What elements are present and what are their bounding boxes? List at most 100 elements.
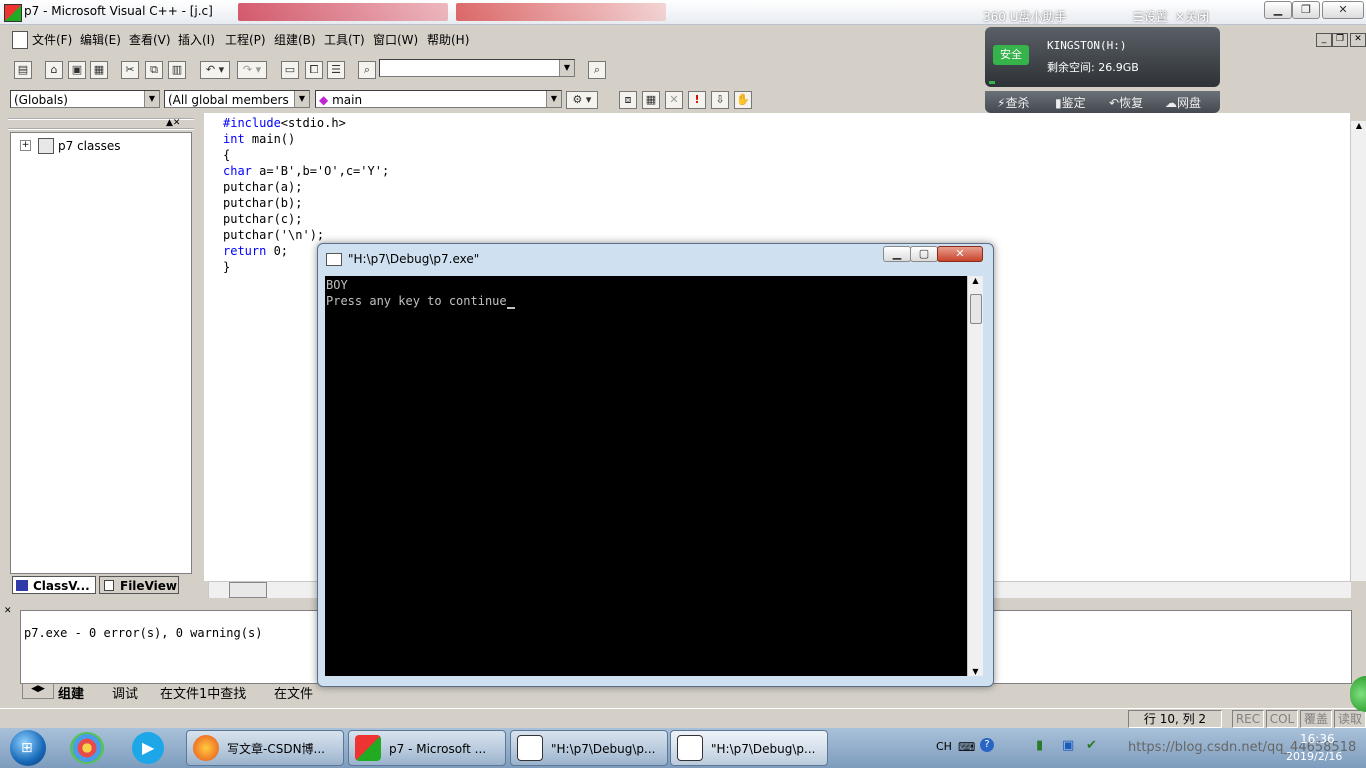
usb-action-restore[interactable]: ↶恢复 bbox=[1109, 94, 1143, 111]
workspace-dock-buttons[interactable]: ▲✕ bbox=[166, 118, 180, 128]
find-icon[interactable]: ⌕ bbox=[588, 61, 606, 79]
menu-insert[interactable]: 插入(I) bbox=[178, 31, 215, 48]
mdi-close-button[interactable]: ✕ bbox=[1350, 33, 1366, 47]
close-button[interactable]: ✕ bbox=[1322, 1, 1364, 19]
output-window-icon[interactable]: ⧠ bbox=[305, 61, 323, 79]
taskbar-button-vc[interactable]: p7 - Microsoft ... bbox=[348, 730, 506, 766]
console-minimize-button[interactable]: ▁ bbox=[883, 246, 911, 262]
restore-button[interactable]: ❐ bbox=[1292, 1, 1320, 19]
console-vertical-scrollbar[interactable]: ▲ ▼ bbox=[967, 276, 983, 676]
editor-vertical-scrollbar[interactable]: ▲ bbox=[1350, 121, 1366, 581]
output-tab-build[interactable]: 组建 bbox=[58, 683, 84, 702]
execute-icon[interactable]: ! bbox=[688, 91, 706, 109]
status-read: 读取 bbox=[1334, 710, 1366, 728]
usb-helper-close[interactable]: ✕关闭 bbox=[1175, 8, 1209, 25]
scroll-thumb[interactable] bbox=[229, 582, 267, 598]
redo-icon[interactable]: ↷ ▾ bbox=[237, 61, 267, 79]
cut-icon[interactable]: ✂ bbox=[121, 61, 139, 79]
start-button[interactable]: ⊞ bbox=[10, 730, 46, 766]
scroll-thumb[interactable] bbox=[970, 294, 982, 324]
taskbar-button-console2[interactable]: "H:\p7\Debug\p... bbox=[670, 730, 828, 766]
breakpoint-hand-icon[interactable]: ✋ bbox=[734, 91, 752, 109]
close-icon[interactable]: ✕ bbox=[4, 606, 16, 616]
save-icon[interactable]: ▣ bbox=[68, 61, 86, 79]
status-col: COL bbox=[1266, 710, 1298, 728]
function-combo[interactable]: ◆ main ▼ bbox=[315, 90, 562, 108]
menu-view[interactable]: 查看(V) bbox=[129, 31, 171, 48]
taskbar-button-console1[interactable]: "H:\p7\Debug\p... bbox=[510, 730, 668, 766]
go-icon[interactable]: ⇩ bbox=[711, 91, 729, 109]
clock-date[interactable]: 2019/2/16 bbox=[1286, 750, 1342, 763]
function-diamond-icon: ◆ bbox=[319, 93, 329, 107]
battery-icon[interactable]: ▮ bbox=[1036, 738, 1043, 753]
class-combo[interactable]: (Globals) ▼ bbox=[10, 90, 160, 108]
usb-drive-name: KINGSTON(H:) bbox=[1047, 39, 1127, 52]
minimize-button[interactable]: ▁ bbox=[1264, 1, 1292, 19]
windows-logo-icon: ⊞ bbox=[21, 740, 33, 756]
find-in-files-icon[interactable]: ⌕ bbox=[358, 61, 376, 79]
taskbar-button-browser[interactable]: 写文章-CSDN博... bbox=[186, 730, 344, 766]
tray-app-icon[interactable]: ▣ bbox=[1062, 738, 1074, 753]
help-icon[interactable]: ? bbox=[980, 738, 994, 752]
save-all-icon[interactable]: ▦ bbox=[90, 61, 108, 79]
open-folder-icon[interactable]: ⌂ bbox=[45, 61, 63, 79]
console-output-area[interactable] bbox=[325, 276, 967, 676]
menu-build[interactable]: 组建(B) bbox=[274, 31, 316, 48]
output-tab-find2[interactable]: 在文件 bbox=[274, 683, 313, 702]
background-window-tab[interactable] bbox=[238, 3, 448, 21]
menu-edit[interactable]: 编辑(E) bbox=[80, 31, 121, 48]
compile-icon[interactable]: ⧈ bbox=[619, 91, 637, 109]
copy-icon[interactable]: ⧉ bbox=[145, 61, 163, 79]
code-text: putchar(b); bbox=[223, 196, 303, 210]
usb-action-verify[interactable]: ▮鉴定 bbox=[1055, 94, 1086, 111]
build-icon[interactable]: ▦ bbox=[642, 91, 660, 109]
floating-assistant-icon[interactable] bbox=[1350, 676, 1366, 712]
menu-tools[interactable]: 工具(T) bbox=[324, 31, 365, 48]
menu-project[interactable]: 工程(P) bbox=[225, 31, 266, 48]
undo-icon[interactable]: ↶ ▾ bbox=[200, 61, 230, 79]
media-player-icon[interactable]: ▶ bbox=[132, 732, 164, 764]
members-combo[interactable]: (All global members ▼ bbox=[164, 90, 310, 108]
usb-action-scan[interactable]: ⚡查杀 bbox=[997, 94, 1029, 111]
mdi-minimize-button[interactable]: _ bbox=[1316, 33, 1332, 47]
background-window-tab[interactable] bbox=[456, 3, 666, 21]
new-file-icon[interactable]: ▤ bbox=[14, 61, 32, 79]
classview-root-label[interactable]: p7 classes bbox=[58, 139, 121, 153]
cursor-position: 行 10, 列 2 bbox=[1128, 710, 1222, 728]
tab-classview[interactable]: ClassV... bbox=[12, 576, 96, 594]
find-combo[interactable]: ▼ bbox=[379, 59, 575, 77]
code-text: } bbox=[223, 260, 231, 274]
paste-icon[interactable]: ▥ bbox=[168, 61, 186, 79]
wizard-actions-icon[interactable]: ⚙ ▾ bbox=[566, 91, 598, 109]
tab-fileview[interactable]: FileView bbox=[99, 576, 179, 594]
visual-cpp-icon bbox=[355, 735, 381, 761]
code-text: <stdio.h> bbox=[280, 116, 346, 130]
clock-time[interactable]: 16:36 bbox=[1300, 732, 1335, 746]
expand-plus-icon[interactable]: + bbox=[20, 140, 31, 151]
keyboard-icon[interactable]: ⌨ bbox=[958, 740, 975, 754]
window-list-icon[interactable]: ☰ bbox=[327, 61, 345, 79]
usb-helper-title: 360 U盘小助手 bbox=[983, 10, 1067, 24]
app-pinwheel-icon[interactable] bbox=[70, 732, 104, 764]
output-tab-find1[interactable]: 在文件1中查找 bbox=[160, 683, 246, 702]
menu-file[interactable]: 文件(F) bbox=[32, 31, 72, 48]
scroll-up-icon[interactable]: ▲ bbox=[1351, 121, 1366, 130]
stop-build-icon[interactable]: ✕ bbox=[665, 91, 683, 109]
scroll-down-icon[interactable]: ▼ bbox=[968, 667, 983, 676]
console-maximize-button[interactable]: ▢ bbox=[910, 246, 938, 262]
usb-action-cloud[interactable]: ☁网盘 bbox=[1165, 94, 1201, 111]
output-tab-scroll[interactable]: ◀▶ bbox=[22, 683, 54, 699]
usb-helper-settings[interactable]: ☰设置 bbox=[1133, 8, 1168, 25]
lock-icon: ▮ bbox=[1055, 96, 1062, 110]
output-tab-debug[interactable]: 调试 bbox=[112, 683, 138, 702]
security-icon[interactable]: ✔ bbox=[1086, 738, 1097, 753]
code-keyword: return bbox=[223, 244, 267, 258]
output-gripper[interactable]: ✕ bbox=[4, 606, 16, 706]
menu-window[interactable]: 窗口(W) bbox=[373, 31, 418, 48]
console-close-button[interactable]: ✕ bbox=[937, 246, 983, 262]
mdi-restore-button[interactable]: ❐ bbox=[1332, 33, 1348, 47]
input-language[interactable]: CH bbox=[936, 740, 952, 753]
workspace-icon[interactable]: ▭ bbox=[281, 61, 299, 79]
scroll-up-icon[interactable]: ▲ bbox=[968, 276, 983, 285]
menu-help[interactable]: 帮助(H) bbox=[427, 31, 469, 48]
